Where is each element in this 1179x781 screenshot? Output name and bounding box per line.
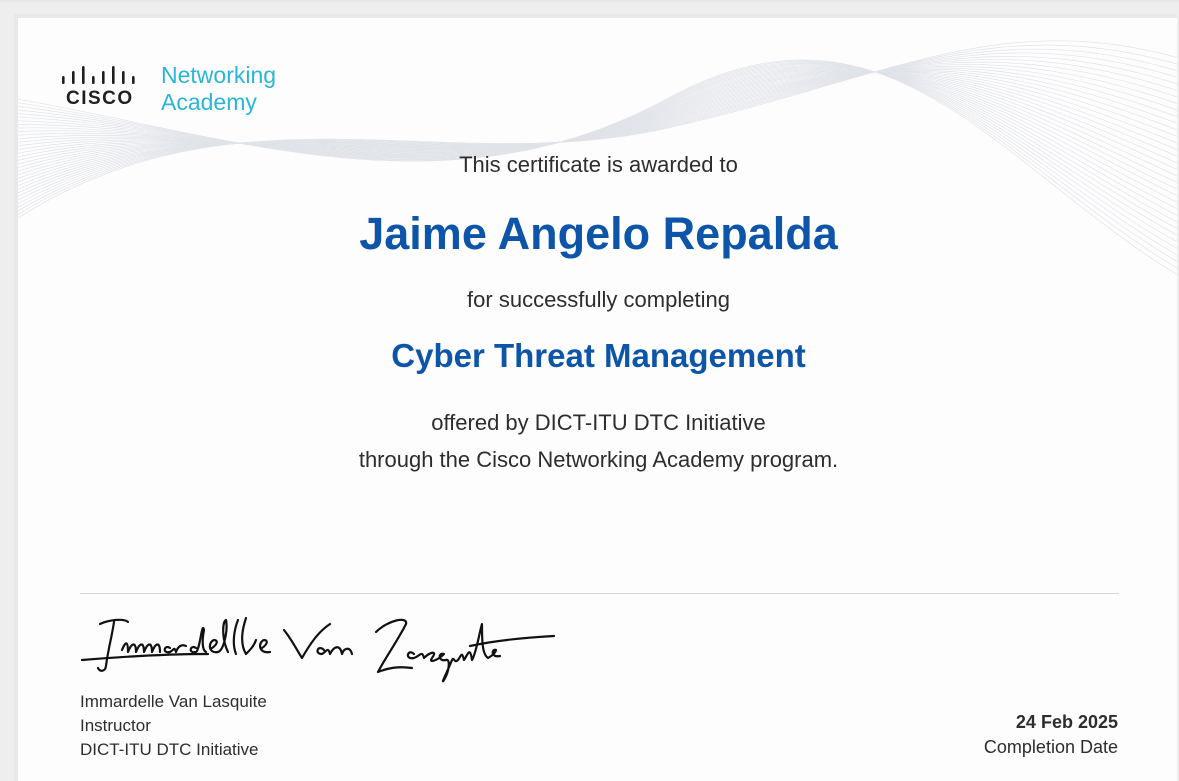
cisco-wordmark: CISCO: [66, 88, 134, 109]
completing-text: for successfully completing: [467, 287, 730, 312]
signature-divider: [80, 593, 1119, 594]
instructor-role: Instructor: [80, 716, 151, 735]
top-border: [0, 0, 1179, 2]
logo-academy-text: Academy: [161, 89, 257, 115]
recipient-name: Jaime Angelo Repalda: [359, 208, 838, 259]
completion-info: 24 Feb 2025 Completion Date: [984, 710, 1118, 760]
instructor-organization: DICT-ITU DTC Initiative: [80, 740, 259, 759]
instructor-name: Immardelle Van Lasquite: [80, 692, 267, 711]
offered-line-1: offered by DICT-ITU DTC Initiative: [431, 410, 766, 435]
completion-date-label: Completion Date: [983, 737, 1118, 757]
instructor-info: Immardelle Van Lasquite Instructor DICT-…: [80, 690, 267, 762]
completion-date: 24 Feb 2025: [1015, 712, 1118, 732]
instructor-signature: [80, 616, 556, 683]
awarded-to-text: This certificate is awarded to: [459, 152, 738, 177]
offered-line-2: through the Cisco Networking Academy pro…: [358, 447, 839, 472]
offered-by-text: offered by DICT-ITU DTC Initiative throu…: [18, 404, 1177, 478]
logo-networking-text: Networking: [161, 62, 277, 88]
certificate: CISCO Networking Academy This certificat…: [14, 14, 1177, 781]
course-name: Cyber Threat Management: [391, 337, 806, 374]
cisco-networking-academy-logo: CISCO Networking Academy: [60, 62, 300, 122]
cisco-bars-icon: [62, 66, 135, 84]
